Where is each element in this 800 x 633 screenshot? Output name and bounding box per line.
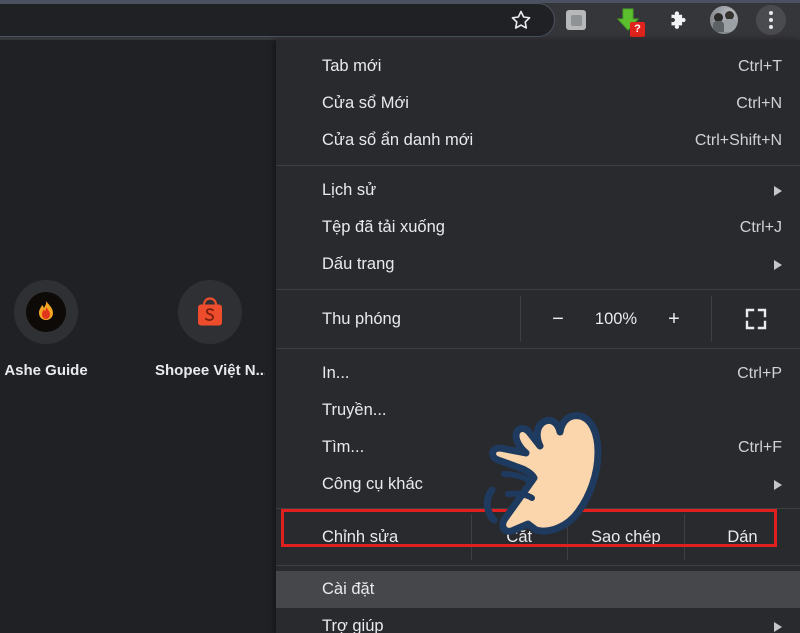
fullscreen-icon <box>745 308 767 330</box>
menu-item-shortcut: Ctrl+J <box>739 218 782 236</box>
menu-item-cast[interactable]: Truyền... <box>276 392 800 429</box>
edit-copy-button[interactable]: Sao chép <box>566 514 684 560</box>
three-dot-menu-icon <box>756 5 786 35</box>
flame-icon <box>26 292 66 332</box>
profile-avatar[interactable] <box>706 3 742 37</box>
menu-item-downloads[interactable]: Tệp đã tải xuống Ctrl+J <box>276 209 800 246</box>
menu-item-label: Truyền... <box>322 401 387 419</box>
menu-item-new-tab[interactable]: Tab mới Ctrl+T <box>276 48 800 85</box>
chevron-right-icon <box>774 621 782 632</box>
menu-row-zoom: Thu phóng − 100% + <box>276 296 800 342</box>
star-icon-glyph <box>509 8 533 32</box>
menu-item-label: Cài đặt <box>322 580 375 598</box>
flame-icon-glyph <box>39 301 53 320</box>
shortcut-tile-ashe-guide[interactable]: Ashe Guide <box>0 280 101 379</box>
dot-3 <box>769 25 773 29</box>
download-icon[interactable]: ? <box>610 3 646 37</box>
menu-top-pad <box>276 40 800 48</box>
gray-square-icon[interactable] <box>558 3 594 37</box>
menu-item-label: In... <box>322 364 350 382</box>
menu-separator <box>276 289 800 290</box>
menu-item-label: Công cụ khác <box>322 475 423 493</box>
shortcut-label: Shopee Việt N... <box>155 362 265 379</box>
puzzle-icon-glyph <box>671 11 686 29</box>
menu-separator <box>276 165 800 166</box>
shortcut-tile-shopee[interactable]: Shopee Việt N... <box>155 280 265 379</box>
dot-2 <box>769 18 773 22</box>
chevron-right-icon <box>774 259 782 270</box>
menu-item-label: Tìm... <box>322 438 365 456</box>
edit-cut-button[interactable]: Cắt <box>470 514 567 560</box>
new-tab-page: Ashe Guide Shopee Việt N... <box>0 40 276 633</box>
shopee-bag-glyph <box>198 297 222 326</box>
chevron-right-icon <box>774 185 782 196</box>
avatar-person-1-body <box>713 21 724 32</box>
shortcut-label: Ashe Guide <box>4 362 88 379</box>
menu-separator <box>276 348 800 349</box>
menu-item-label: Cửa sổ ẩn danh mới <box>322 131 474 149</box>
menu-item-shortcut: Ctrl+F <box>738 438 782 456</box>
zoom-level-value: 100% <box>594 309 638 328</box>
bookmark-star-icon[interactable] <box>503 3 539 37</box>
zoom-in-button[interactable]: + <box>666 308 682 331</box>
menu-item-label: Lịch sử <box>322 181 377 199</box>
menu-separator <box>276 565 800 566</box>
dot-1 <box>769 11 773 15</box>
menu-item-label: Dấu trang <box>322 255 395 273</box>
menu-row-edit: Chỉnh sửa Cắt Sao chép Dán <box>276 514 800 560</box>
menu-item-label: Cửa sổ Mới <box>322 94 409 112</box>
menu-item-settings[interactable]: Cài đặt <box>276 571 800 608</box>
gray-square-glyph <box>566 10 586 30</box>
shopee-bag-icon <box>191 293 229 331</box>
menu-item-new-incognito-window[interactable]: Cửa sổ ẩn danh mới Ctrl+Shift+N <box>276 122 800 159</box>
gray-square-inner-glyph <box>570 14 582 26</box>
menu-item-shortcut: Ctrl+N <box>736 94 782 112</box>
chrome-main-menu: Tab mới Ctrl+T Cửa sổ Mới Ctrl+N Cửa sổ … <box>276 40 800 633</box>
edit-paste-button[interactable]: Dán <box>683 514 800 560</box>
zoom-label: Thu phóng <box>322 309 401 328</box>
menu-item-label: Tab mới <box>322 57 382 75</box>
zoom-controls: − 100% + <box>520 296 712 342</box>
browser-toolbar: ? <box>0 0 800 40</box>
menu-item-more-tools[interactable]: Công cụ khác <box>276 466 800 503</box>
edit-row-title: Chỉnh sửa <box>322 527 399 546</box>
menu-item-shortcut: Ctrl+Shift+N <box>694 131 782 149</box>
menu-item-shortcut: Ctrl+P <box>737 364 782 382</box>
browser-window: ? Ashe Guide Shopee Việt N... Tab mới Ct… <box>0 0 800 633</box>
download-badge: ? <box>630 22 645 37</box>
zoom-out-button[interactable]: − <box>550 308 566 331</box>
download-glyph-wrap: ? <box>614 6 645 37</box>
menu-item-label: Trợ giúp <box>322 617 384 633</box>
menu-item-shortcut: Ctrl+T <box>738 57 782 75</box>
address-bar[interactable] <box>0 3 555 37</box>
menu-item-new-window[interactable]: Cửa sổ Mới Ctrl+N <box>276 85 800 122</box>
extensions-puzzle-icon[interactable] <box>660 3 696 37</box>
menu-separator <box>276 508 800 509</box>
avatar-person-2-body <box>724 19 736 32</box>
menu-item-find[interactable]: Tìm... Ctrl+F <box>276 429 800 466</box>
shortcut-icon-circle <box>14 280 78 344</box>
menu-item-print[interactable]: In... Ctrl+P <box>276 355 800 392</box>
menu-item-history[interactable]: Lịch sử <box>276 172 800 209</box>
fullscreen-button[interactable] <box>712 296 800 342</box>
chrome-menu-button[interactable] <box>753 3 789 37</box>
menu-item-label: Tệp đã tải xuống <box>322 218 445 236</box>
avatar-image <box>710 6 738 34</box>
menu-item-help[interactable]: Trợ giúp <box>276 608 800 633</box>
chevron-right-icon <box>774 479 782 490</box>
menu-item-bookmarks[interactable]: Dấu trang <box>276 246 800 283</box>
shortcut-icon-circle <box>178 280 242 344</box>
